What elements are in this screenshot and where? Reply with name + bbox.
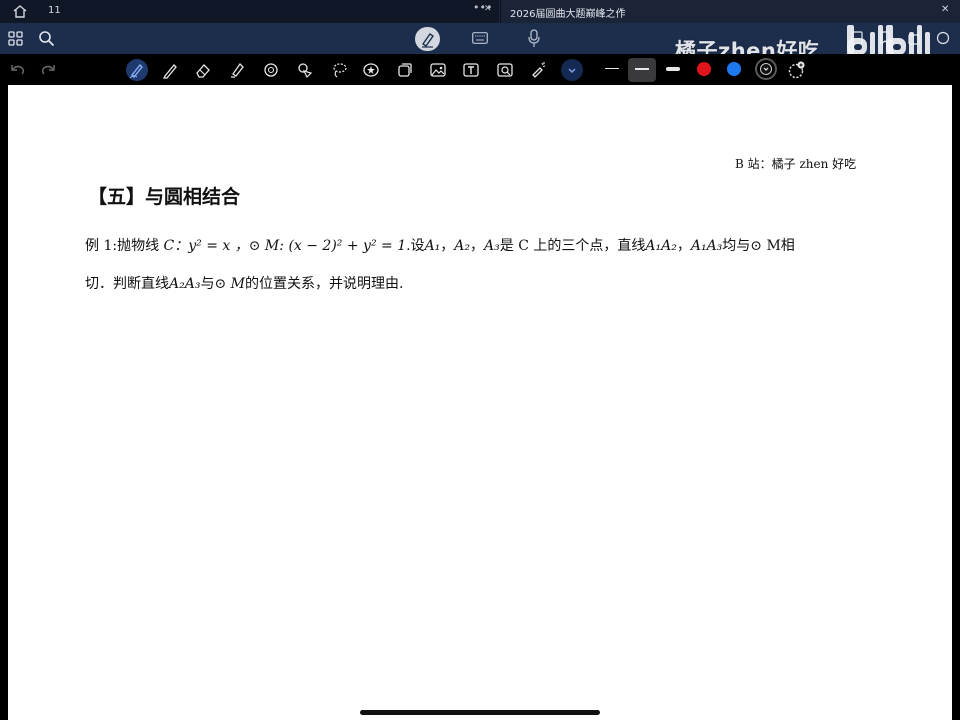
laser-pointer-tool[interactable] <box>527 59 549 81</box>
search-icon[interactable] <box>38 30 55 47</box>
image-icon <box>430 63 446 77</box>
stroke-thin-option[interactable] <box>605 68 619 69</box>
text-tool[interactable] <box>460 59 482 81</box>
pen-icon <box>129 64 143 79</box>
lasso-icon <box>333 63 347 78</box>
pen-tool[interactable] <box>126 59 148 81</box>
line-a2a3: A₂A₃ <box>169 276 201 292</box>
tab-bar: 11 ••• ✕ 2026届圆曲大题巅峰之作 ⌄ ✕ <box>0 0 960 23</box>
shapes-copy-icon <box>398 63 412 77</box>
scan-image-icon <box>497 63 513 77</box>
point-a1: A₁ <box>424 238 441 254</box>
point-a2: A₂ <box>454 238 471 254</box>
tab-active-document[interactable]: 2026届圆曲大题巅峰之作 ⌄ ✕ <box>501 0 960 23</box>
highlighter-icon <box>231 62 244 78</box>
undo-icon <box>11 65 25 75</box>
chevron-icon <box>568 68 576 73</box>
circle-m: M <box>230 276 245 292</box>
laser-pointer-icon <box>532 62 546 78</box>
tab-home-label: 11 <box>48 5 61 16</box>
problem-line2-text-2: 与⊙ <box>200 276 231 292</box>
highlighter-tool[interactable] <box>226 59 248 81</box>
more-tools-button[interactable] <box>561 59 583 81</box>
problem-text-2: 是 C 上的三个点，直线 <box>499 238 646 254</box>
home-icon[interactable] <box>12 4 28 19</box>
copy-shapes-tool[interactable] <box>394 59 416 81</box>
circle-name: M <box>260 238 280 254</box>
close-tab-icon[interactable]: ✕ <box>484 4 492 14</box>
drawing-toolbar <box>0 54 960 85</box>
section-title: 【五】与圆相结合 <box>88 186 241 208</box>
stroke-medium-option-selected[interactable] <box>628 58 656 82</box>
problem-prefix: 例 1:抛物线 <box>85 238 164 254</box>
shapes-tool[interactable] <box>260 59 282 81</box>
stroke-medium-line <box>635 68 649 70</box>
problem-text-3: 均与⊙ M相 <box>722 238 795 254</box>
redo-button[interactable] <box>37 59 59 81</box>
grid-view-icon[interactable] <box>8 31 23 46</box>
shapes-icon <box>264 63 278 77</box>
pencil-tool[interactable] <box>159 59 181 81</box>
document-page[interactable]: B 站：橘子 zhen 好吃 【五】与圆相结合 例 1:抛物线 C：y² = x… <box>8 85 952 720</box>
color-blue-swatch[interactable] <box>727 62 741 76</box>
eraser-icon <box>196 64 210 78</box>
comma-3: ， <box>676 238 691 254</box>
comma-2: ， <box>470 238 485 254</box>
scan-tool[interactable] <box>494 59 516 81</box>
home-indicator <box>360 710 600 715</box>
curve-name: C <box>163 238 175 254</box>
image-tool[interactable] <box>427 59 449 81</box>
app-window: 11 ••• ✕ 2026届圆曲大题巅峰之作 ⌄ ✕ 橘子zhen好吃 B 站：… <box>0 0 960 720</box>
text-icon <box>463 63 479 77</box>
problem-statement: 例 1:抛物线 C：y² = x ，⊙ M: (x − 2)² + y² = 1… <box>85 227 885 303</box>
comma-1: ， <box>440 238 455 254</box>
lasso-tool[interactable] <box>328 59 350 81</box>
color-red-swatch[interactable] <box>697 62 711 76</box>
nav-bar: 橘子zhen好吃 <box>0 23 960 63</box>
problem-line-1: 例 1:抛物线 C：y² = x ，⊙ M: (x − 2)² + y² = 1… <box>85 227 885 265</box>
curve-equation: ：y² = x ， <box>174 238 249 254</box>
problem-text-1: .设 <box>406 238 425 254</box>
undo-button[interactable] <box>7 59 29 81</box>
circle-symbol: ⊙ <box>248 238 261 254</box>
star-sticker-icon <box>363 63 379 77</box>
problem-line2-text-3: 的位置关系，并说明理由. <box>244 276 404 292</box>
problem-line2-text-1: 切．判断直线 <box>85 276 169 292</box>
tab-title: 2026届圆曲大题巅峰之作 <box>510 9 626 20</box>
line-a1a2: A₁A₂ <box>645 238 677 254</box>
pen-icon <box>422 33 434 48</box>
problem-line-2: 切．判断直线A₂A₃与⊙ M的位置关系，并说明理由. <box>85 265 885 303</box>
color-picker-add-icon[interactable] <box>787 60 807 80</box>
elements-icon <box>298 63 313 79</box>
chevron-down-icon <box>763 67 769 71</box>
point-a3: A₃ <box>484 238 500 254</box>
keyboard-icon[interactable] <box>472 32 488 44</box>
microphone-icon[interactable] <box>527 29 542 48</box>
tab-home[interactable]: 11 ••• ✕ <box>0 0 500 23</box>
stroke-thick-option[interactable] <box>666 67 680 71</box>
close-tab-icon[interactable]: ✕ <box>941 4 949 15</box>
chevron-down-icon[interactable]: ⌄ <box>618 3 626 13</box>
elements-tool[interactable] <box>294 59 316 81</box>
redo-icon <box>41 65 55 75</box>
author-credit: B 站：橘子 zhen 好吃 <box>735 157 857 171</box>
line-a1a3: A₁A₃ <box>690 238 723 254</box>
circle-equation: : (x − 2)² + y² = 1 <box>279 238 407 254</box>
handwriting-mode-button[interactable] <box>415 27 440 51</box>
sticker-tool[interactable] <box>360 59 382 81</box>
eraser-tool[interactable] <box>192 59 214 81</box>
pencil-icon <box>162 64 177 79</box>
